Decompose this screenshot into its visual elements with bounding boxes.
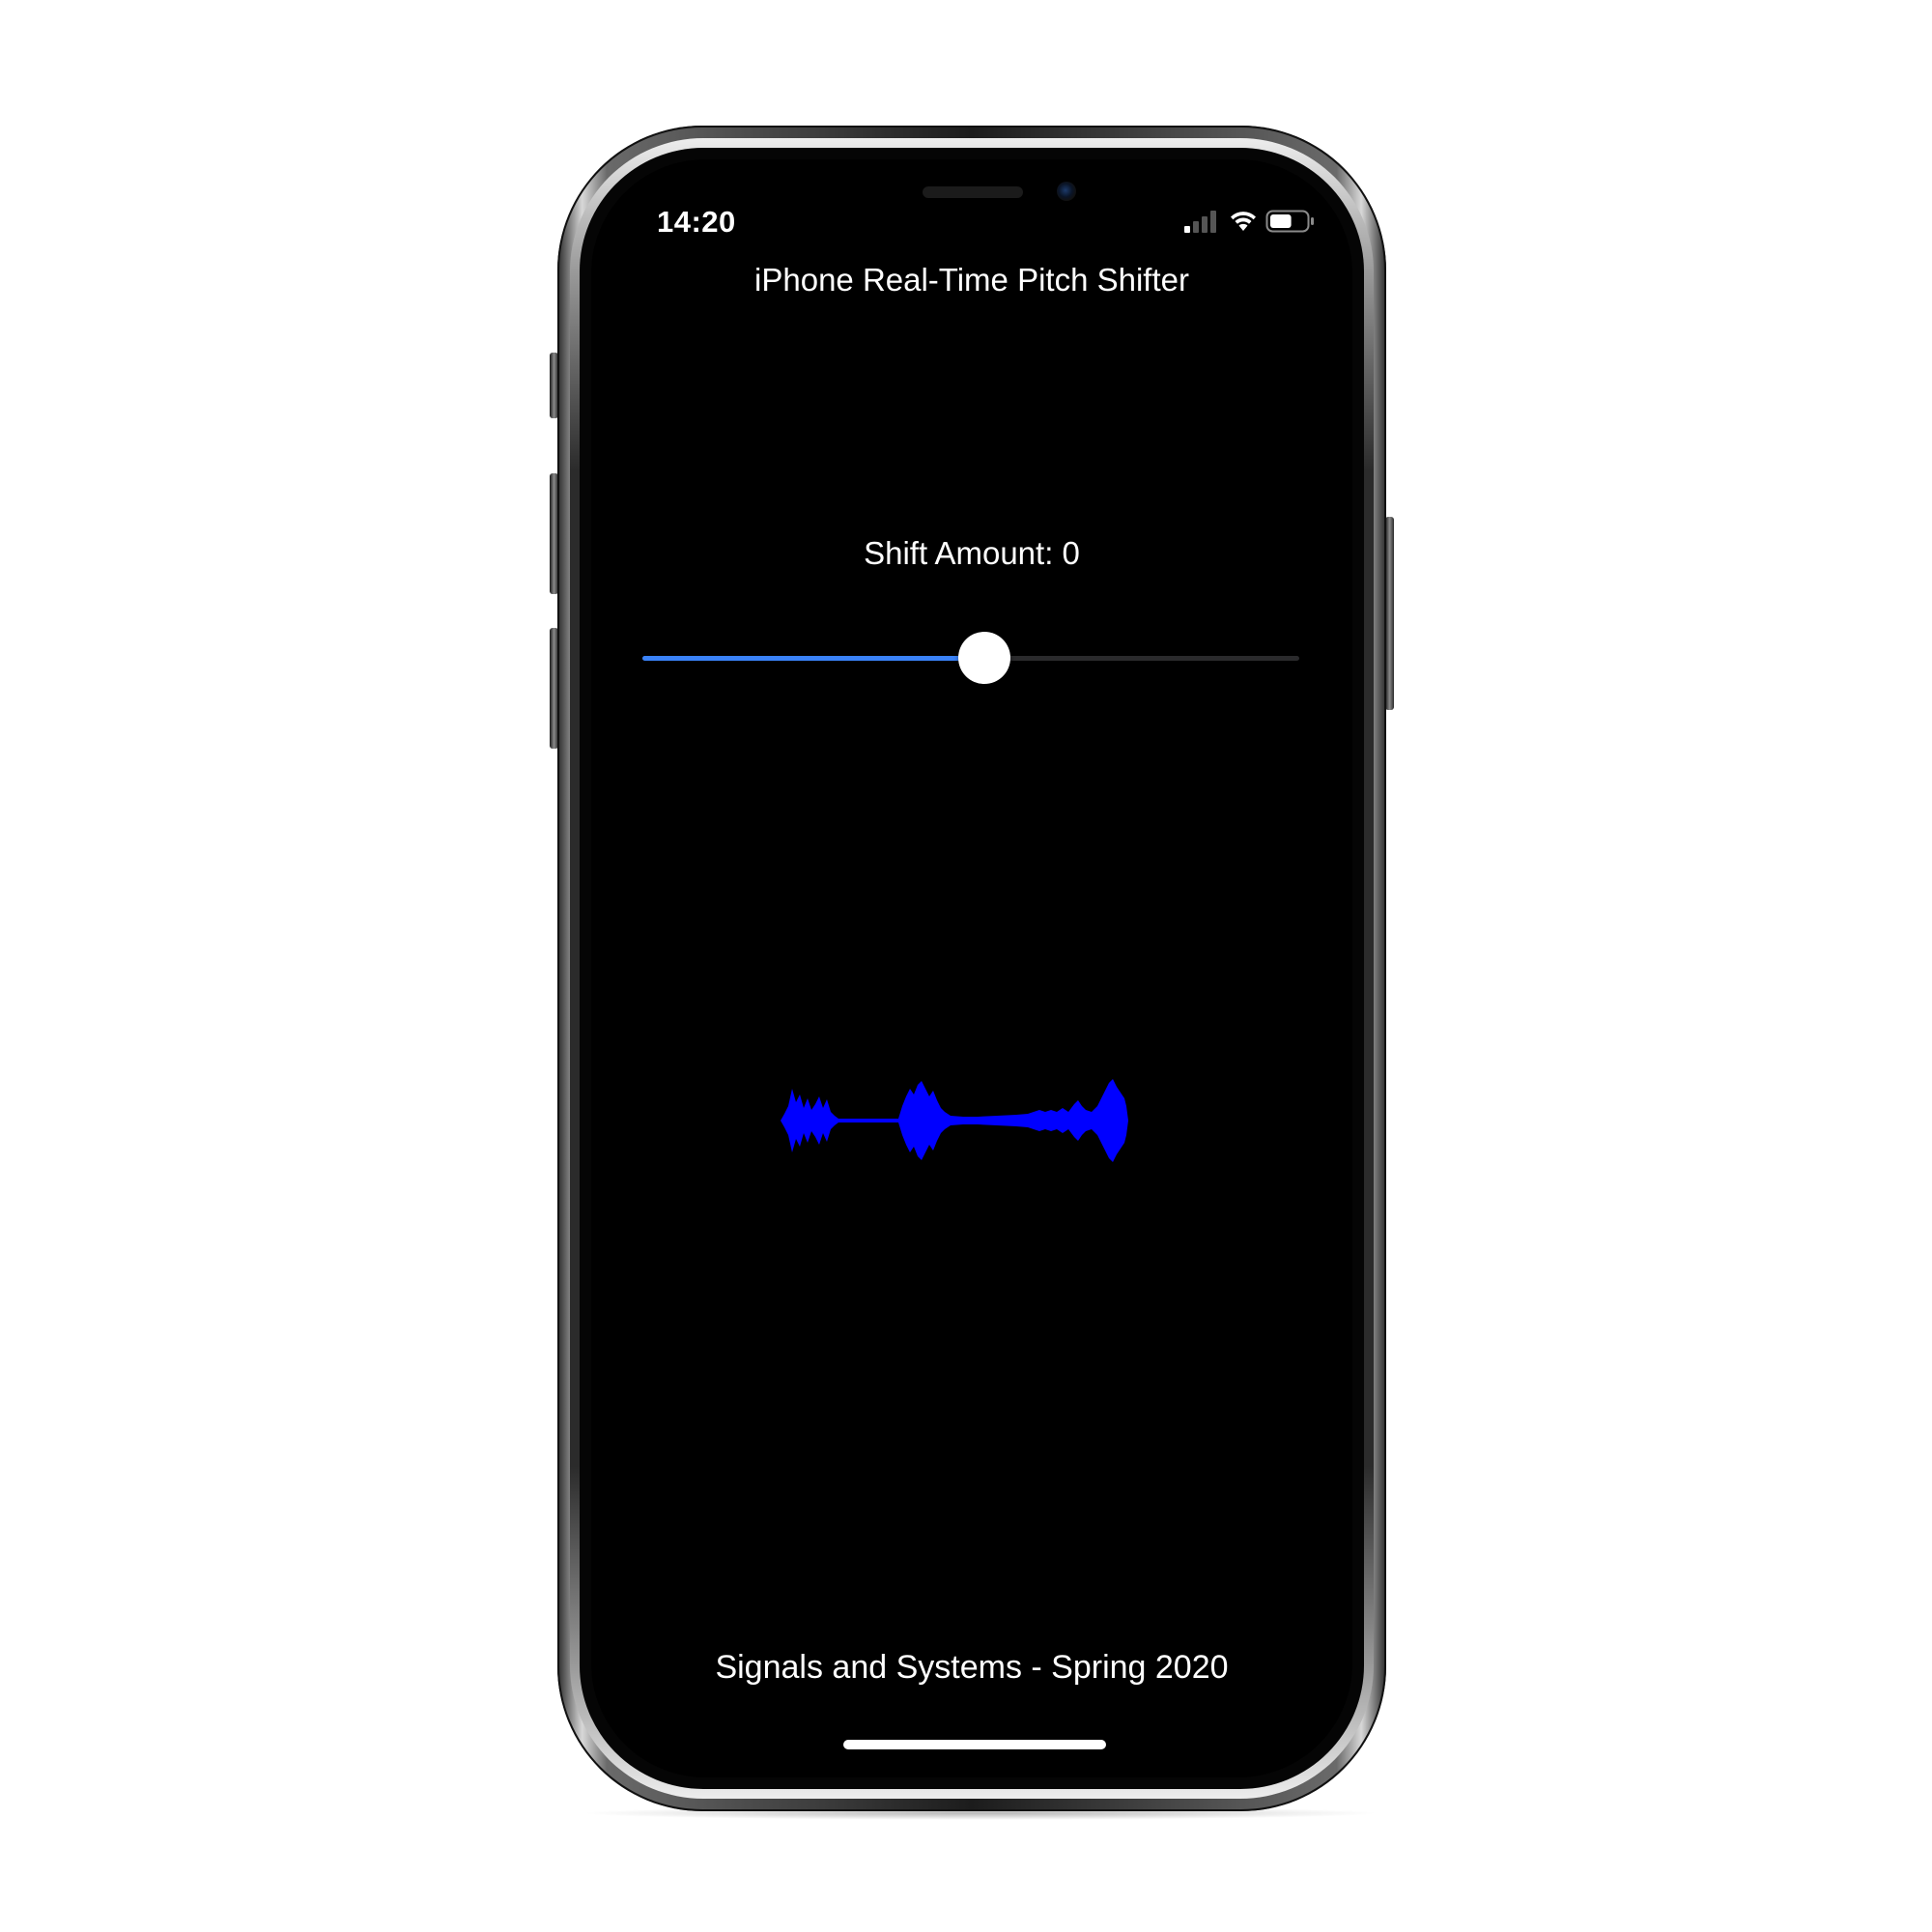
status-icons [1182,206,1327,239]
pitch-shift-slider[interactable] [642,629,1299,687]
audio-waveform [781,1079,1128,1162]
waveform-shape [781,1079,1128,1162]
battery-icon [1265,210,1314,233]
home-indicator[interactable] [843,1740,1106,1749]
front-camera [1057,182,1076,201]
status-time: 14:20 [657,205,736,239]
footer-text: Signals and Systems - Spring 2020 [715,1649,1229,1686]
shift-amount-label: Shift Amount: 0 [864,535,1080,571]
mockup-stage: 14:20 iPhone Real-Time Pitch Shifter Shi… [0,0,1932,1932]
side-button [1385,517,1394,710]
cellular-signal-icon [1184,211,1216,233]
earpiece-speaker [923,186,1023,198]
slider-fill [642,656,984,661]
app-title: iPhone Real-Time Pitch Shifter [754,262,1189,298]
wifi-icon [1231,212,1256,231]
slider-thumb[interactable] [958,632,1010,684]
phone-screen: 14:20 iPhone Real-Time Pitch Shifter Shi… [591,159,1352,1777]
